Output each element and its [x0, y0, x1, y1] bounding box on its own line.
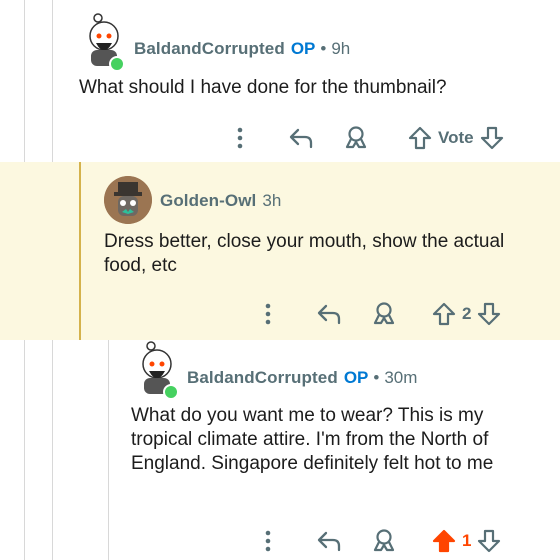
more-icon[interactable]: [256, 530, 280, 552]
downvote-icon[interactable]: [480, 126, 504, 150]
timestamp: 3h: [262, 191, 282, 210]
reply-icon[interactable]: [316, 302, 342, 326]
comment-header: BaldandCorrupted OP • 30m: [187, 358, 417, 398]
more-icon[interactable]: [256, 303, 280, 325]
award-icon[interactable]: [372, 528, 396, 554]
username[interactable]: BaldandCorrupted: [187, 368, 338, 388]
comment-3: BaldandCorrupted OP • 30m What do you wa…: [0, 340, 560, 560]
online-status-indicator: [109, 56, 125, 72]
separator: •: [373, 368, 380, 387]
timestamp: 9h: [331, 39, 351, 58]
vote-count: 1: [462, 531, 472, 550]
comment-actions: 2: [256, 299, 501, 329]
upvote-icon-active[interactable]: [432, 529, 456, 553]
comment-2: Golden-Owl 3h Dress better, close your m…: [0, 162, 560, 340]
separator: •: [320, 39, 327, 58]
timestamp: 30m: [384, 368, 418, 387]
username[interactable]: BaldandCorrupted: [134, 39, 285, 59]
comment-actions: 1: [256, 526, 501, 556]
comment-1: BaldandCorrupted OP • 9h What should I h…: [0, 0, 560, 162]
downvote-icon[interactable]: [477, 529, 501, 553]
username[interactable]: Golden-Owl: [160, 191, 256, 211]
reply-icon[interactable]: [316, 529, 342, 553]
award-icon[interactable]: [372, 301, 396, 327]
comment-body: What do you want me to wear? This is my …: [131, 405, 494, 474]
comment-header: BaldandCorrupted OP • 9h: [134, 29, 350, 69]
op-badge: OP: [290, 39, 316, 58]
vote-label: Vote: [438, 128, 474, 147]
online-status-indicator: [163, 384, 179, 400]
upvote-icon[interactable]: [408, 126, 432, 150]
op-badge: OP: [343, 368, 369, 387]
reply-icon[interactable]: [288, 126, 314, 150]
comment-body: What should I have done for the thumbnai…: [79, 77, 447, 98]
downvote-icon[interactable]: [477, 302, 501, 326]
award-icon[interactable]: [344, 125, 368, 151]
vote-count: 2: [462, 304, 472, 323]
more-icon[interactable]: [228, 127, 252, 149]
owl-avatar-icon[interactable]: [104, 176, 152, 224]
comment-header: Golden-Owl 3h: [160, 181, 281, 221]
upvote-icon[interactable]: [432, 302, 456, 326]
comment-body: Dress better, close your mouth, show the…: [104, 231, 505, 276]
comment-actions: Vote: [228, 123, 504, 153]
highlight-accent-bar: [79, 162, 81, 340]
